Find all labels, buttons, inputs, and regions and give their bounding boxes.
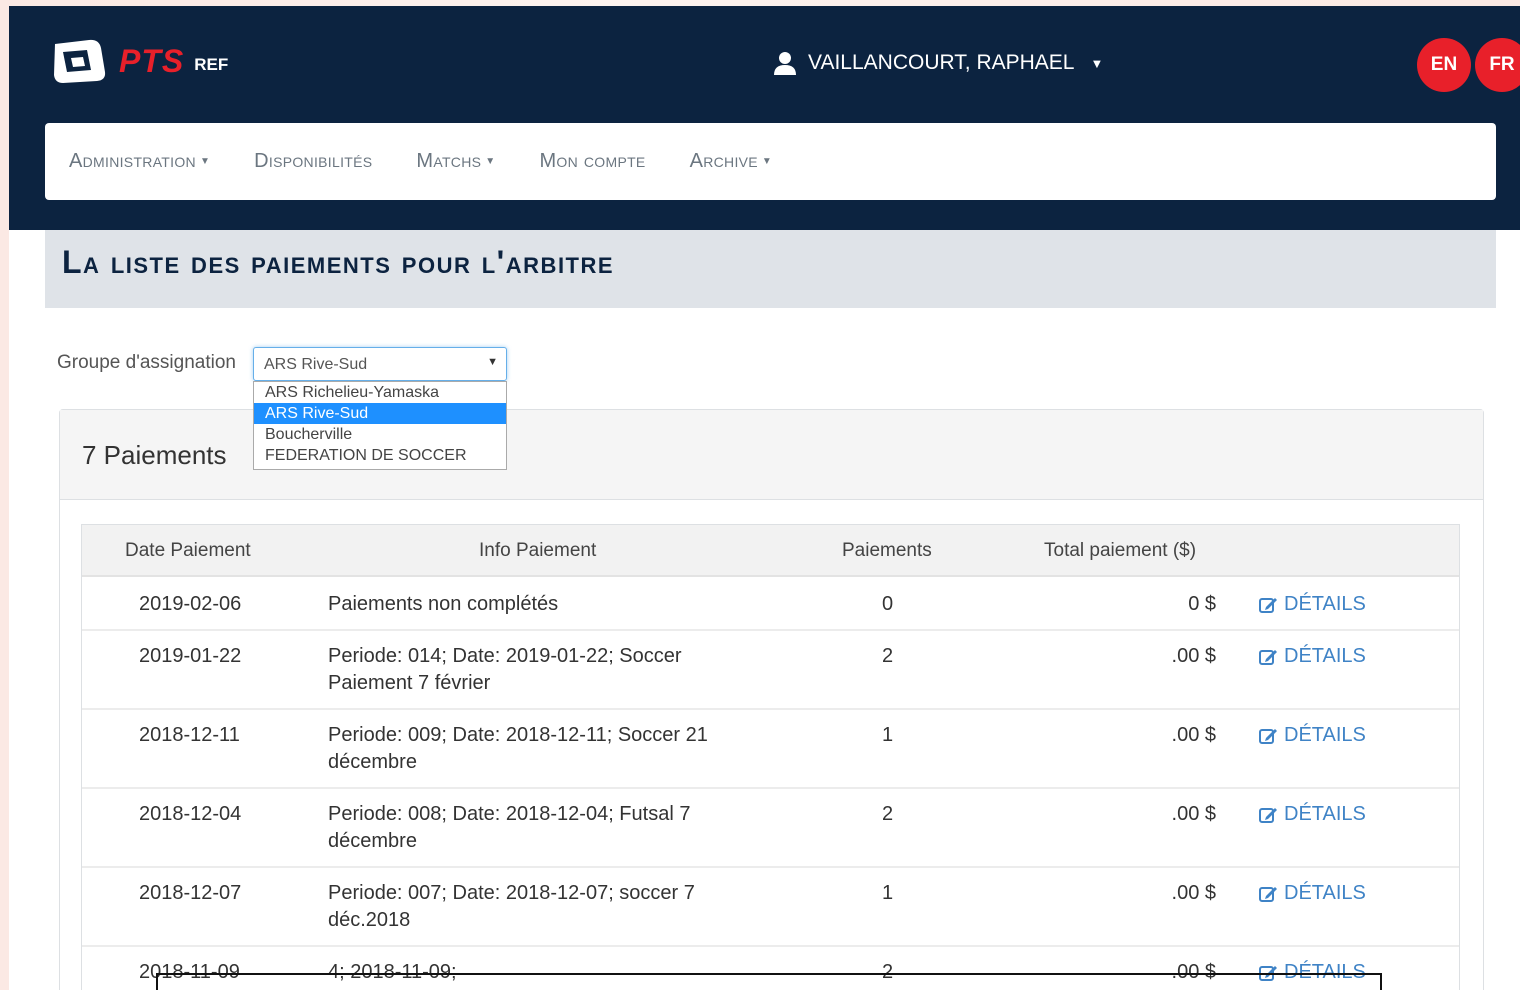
logo-ref-text: REF [194,55,229,74]
option-federation-de-soccer[interactable]: FEDERATION DE SOCCER [254,445,506,466]
details-link[interactable]: DÉTAILS [1258,880,1366,907]
details-label: DÉTAILS [1284,803,1366,825]
nav-administration[interactable]: Administration ▼ [69,150,210,173]
table-row: 2018-12-04 Periode: 008; Date: 2018-12-04… [82,789,1459,868]
annotation-box [156,973,1382,990]
payment-total: .00 $ [1171,803,1216,825]
table-row: 2019-02-06 Paiements non complétés 0 0 $ DÉT… [82,579,1459,631]
app-frame: PTS REF VAILLANCOURT, RAPHAEL ▼ EN FR Ad… [9,6,1520,990]
payment-total: 0 $ [1188,593,1216,615]
payment-total: .00 $ [1171,882,1216,904]
user-name: VAILLANCOURT, RAPHAEL [808,51,1075,74]
details-link[interactable]: DÉTAILS [1258,722,1366,749]
edit-icon [1259,886,1277,902]
language-fr-button[interactable]: FR [1475,38,1520,92]
table-header: Date Paiement Info Paiement Paiements To… [82,525,1459,577]
details-link[interactable]: DÉTAILS [1258,801,1366,828]
nav-label: Disponibilités [254,150,373,172]
top-header: PTS REF VAILLANCOURT, RAPHAEL ▼ EN FR Ad… [9,6,1520,230]
assignment-group-label: Groupe d'assignation [57,352,236,373]
logo-card-icon [54,39,106,83]
nav-matchs[interactable]: Matchs ▼ [416,150,495,173]
header-info: Info Paiement [479,540,597,561]
payment-date: 2018-12-07 [139,882,242,904]
payment-date: 2019-01-22 [139,645,242,667]
payment-count: 1 [882,882,894,904]
assignment-group-select[interactable]: ARS Rive-Sud ▼ [253,347,507,381]
header-total: Total paiement ($) [1044,540,1197,561]
page-title: La liste des paiements pour l'arbitre [62,244,615,280]
nav-label: Archive [689,150,758,172]
payment-info: Periode: 014; Date: 2019-01-22; Soccer P… [328,645,682,694]
payment-info: Periode: 007; Date: 2018-12-07; soccer 7… [328,882,695,931]
option-boucherville[interactable]: Boucherville [254,424,506,445]
edit-icon [1259,807,1277,823]
edit-icon [1259,649,1277,665]
details-label: DÉTAILS [1284,724,1366,746]
caret-down-icon: ▼ [199,156,211,167]
nav-label: Administration [69,150,196,172]
details-link[interactable]: DÉTAILS [1258,643,1366,670]
table-row: 2018-12-07 Periode: 007; Date: 2018-12-07… [82,868,1459,947]
select-value: ARS Rive-Sud [264,356,368,373]
header-date: Date Paiement [125,540,251,561]
nav-mon-compte[interactable]: Mon compte [539,150,645,173]
payment-info: Paiements non complétés [328,593,559,615]
logo-pts-text: PTS [119,42,185,79]
payment-date: 2018-12-11 [139,724,240,746]
caret-down-icon: ▼ [761,156,773,167]
option-ars-rive-sud[interactable]: ARS Rive-Sud [254,403,506,424]
table-row: 2019-01-22 Periode: 014; Date: 2019-01-22… [82,631,1459,710]
assignment-group-options: ARS Richelieu-Yamaska ARS Rive-Sud Bouch… [253,381,507,470]
language-en-button[interactable]: EN [1417,38,1471,92]
caret-down-icon: ▼ [485,156,496,167]
option-ars-richelieu-yamaska[interactable]: ARS Richelieu-Yamaska [254,382,506,403]
header-count: Paiements [842,540,932,561]
payments-table: Date Paiement Info Paiement Paiements To… [81,524,1460,990]
select-arrow-icon: ▼ [487,356,498,368]
payments-count: 7 Paiements [82,440,227,470]
details-label: DÉTAILS [1284,882,1366,904]
payment-total: .00 $ [1171,645,1216,667]
payment-info: Periode: 009; Date: 2018-12-11; Soccer 2… [328,724,708,773]
details-label: DÉTAILS [1284,645,1366,667]
page-title-band: La liste des paiements pour l'arbitre [45,230,1496,308]
table-row: 2018-12-11 Periode: 009; Date: 2018-12-11… [82,710,1459,789]
payment-total: .00 $ [1171,724,1216,746]
nav-archive[interactable]: Archive ▼ [690,150,773,173]
user-icon [774,52,796,75]
details-label: DÉTAILS [1284,593,1366,615]
payment-count: 0 [882,593,894,615]
nav-disponibilites[interactable]: Disponibilités [254,150,372,173]
nav-label: Matchs [416,150,482,172]
payment-count: 2 [882,803,894,825]
pts-logo[interactable]: PTS REF [49,38,228,84]
payment-date: 2018-12-04 [139,803,242,825]
edit-icon [1259,597,1277,613]
payment-date: 2019-02-06 [139,593,242,615]
payment-count: 1 [882,724,894,746]
user-menu[interactable]: VAILLANCOURT, RAPHAEL ▼ [774,46,1103,80]
details-link[interactable]: DÉTAILS [1258,591,1366,618]
chevron-down-icon: ▼ [1090,55,1104,71]
payment-count: 2 [882,645,894,667]
main-nav: Administration ▼ Disponibilités Matchs ▼… [45,123,1496,200]
payment-info: Periode: 008; Date: 2018-12-04; Futsal 7… [328,803,691,852]
edit-icon [1259,728,1277,744]
nav-label: Mon compte [539,150,646,172]
